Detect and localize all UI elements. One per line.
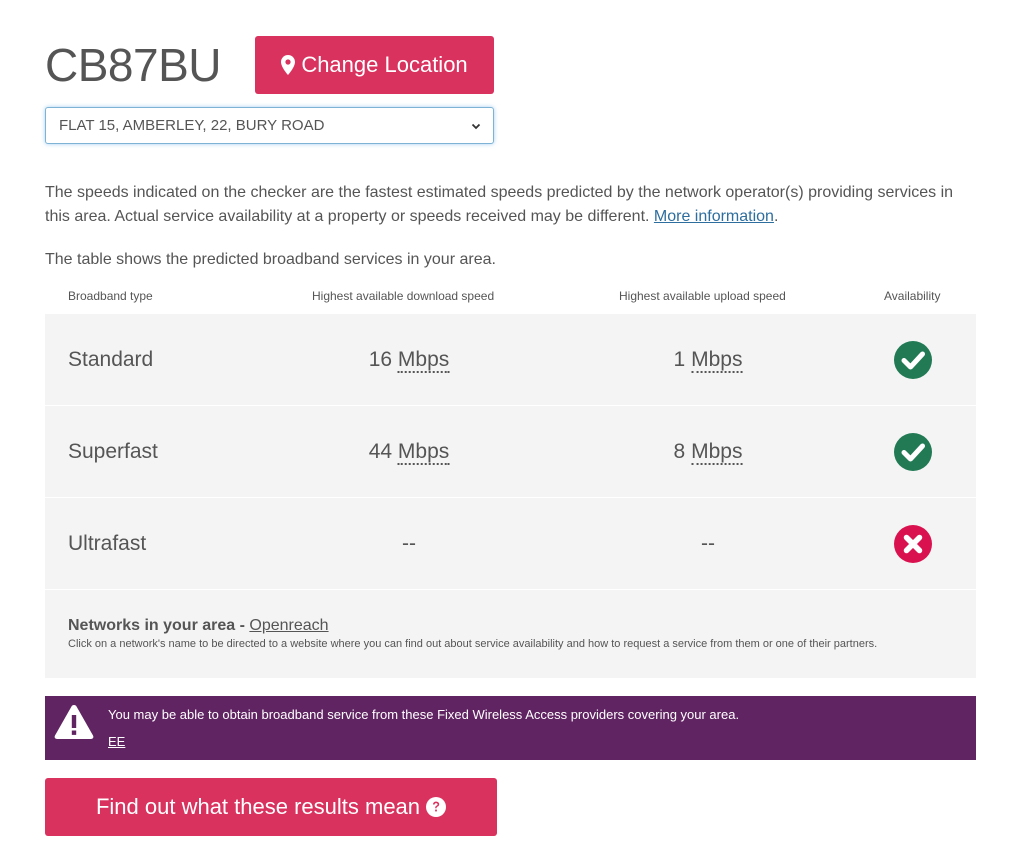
networks-section: Networks in your area - Openreach Click … (68, 617, 877, 650)
download-speed: 44 Mbps (368, 439, 450, 465)
fixed-wireless-notice: You may be able to obtain broadband serv… (45, 696, 976, 760)
upload-value: 8 (673, 439, 686, 463)
download-value: 44 (368, 439, 393, 463)
upload-unit[interactable]: Mbps (691, 439, 743, 465)
results-button-label: Find out what these results mean (95, 794, 421, 819)
header-availability: Availability (884, 289, 941, 303)
postcode-heading: CB87BU (45, 39, 221, 91)
address-select[interactable]: FLAT 15, AMBERLEY, 22, BURY ROAD (45, 107, 494, 144)
cross-circle-icon (894, 524, 932, 563)
change-location-button[interactable]: Change Location (255, 36, 494, 94)
broadband-type: Ultrafast (68, 531, 147, 555)
map-marker-icon (281, 55, 296, 75)
disclaimer-text: The speeds indicated on the checker are … (45, 184, 954, 225)
find-out-results-button[interactable]: Find out what these results mean (45, 778, 497, 836)
table-intro: The table shows the predicted broadband … (45, 251, 496, 268)
upload-value: 1 (673, 347, 686, 371)
fwa-message: You may be able to obtain broadband serv… (108, 707, 740, 722)
header-upload-speed: Highest available upload speed (619, 289, 786, 303)
upload-speed: 8 Mbps (673, 439, 743, 465)
warning-icon (54, 705, 94, 739)
networks-title: Networks in your area - Openreach (68, 617, 877, 635)
networks-label: Networks in your area - (68, 617, 250, 634)
download-speed: -- (402, 531, 416, 555)
broadband-type: Superfast (68, 439, 158, 463)
fwa-provider-link[interactable]: EE (108, 734, 125, 749)
check-circle-icon (894, 432, 932, 471)
download-value: 16 (368, 347, 393, 371)
upload-speed: -- (701, 531, 715, 555)
openreach-link[interactable]: Openreach (249, 617, 328, 634)
download-unit[interactable]: Mbps (397, 347, 450, 373)
download-unit[interactable]: Mbps (397, 439, 450, 465)
table-row-standard: Standard 16 Mbps 1 Mbps (45, 314, 976, 406)
question-circle-icon (426, 797, 447, 817)
disclaimer-period: . (773, 208, 779, 225)
networks-description: Click on a network's name to be directed… (68, 638, 878, 650)
broadband-type: Standard (68, 347, 154, 371)
more-information-link[interactable]: More information (654, 208, 774, 225)
upload-speed: 1 Mbps (673, 347, 743, 373)
change-location-label: Change Location (301, 52, 468, 77)
address-select-value: FLAT 15, AMBERLEY, 22, BURY ROAD (59, 117, 325, 134)
download-speed: 16 Mbps (368, 347, 450, 373)
upload-unit[interactable]: Mbps (691, 347, 743, 373)
table-row-ultrafast: Ultrafast -- -- (45, 498, 976, 590)
check-circle-icon (894, 340, 932, 379)
header-download-speed: Highest available download speed (312, 289, 495, 303)
table-row-superfast: Superfast 44 Mbps 8 Mbps (45, 406, 976, 498)
header-broadband-type: Broadband type (68, 289, 153, 303)
speed-disclaimer: The speeds indicated on the checker are … (45, 181, 980, 229)
chevron-down-icon (471, 123, 481, 129)
